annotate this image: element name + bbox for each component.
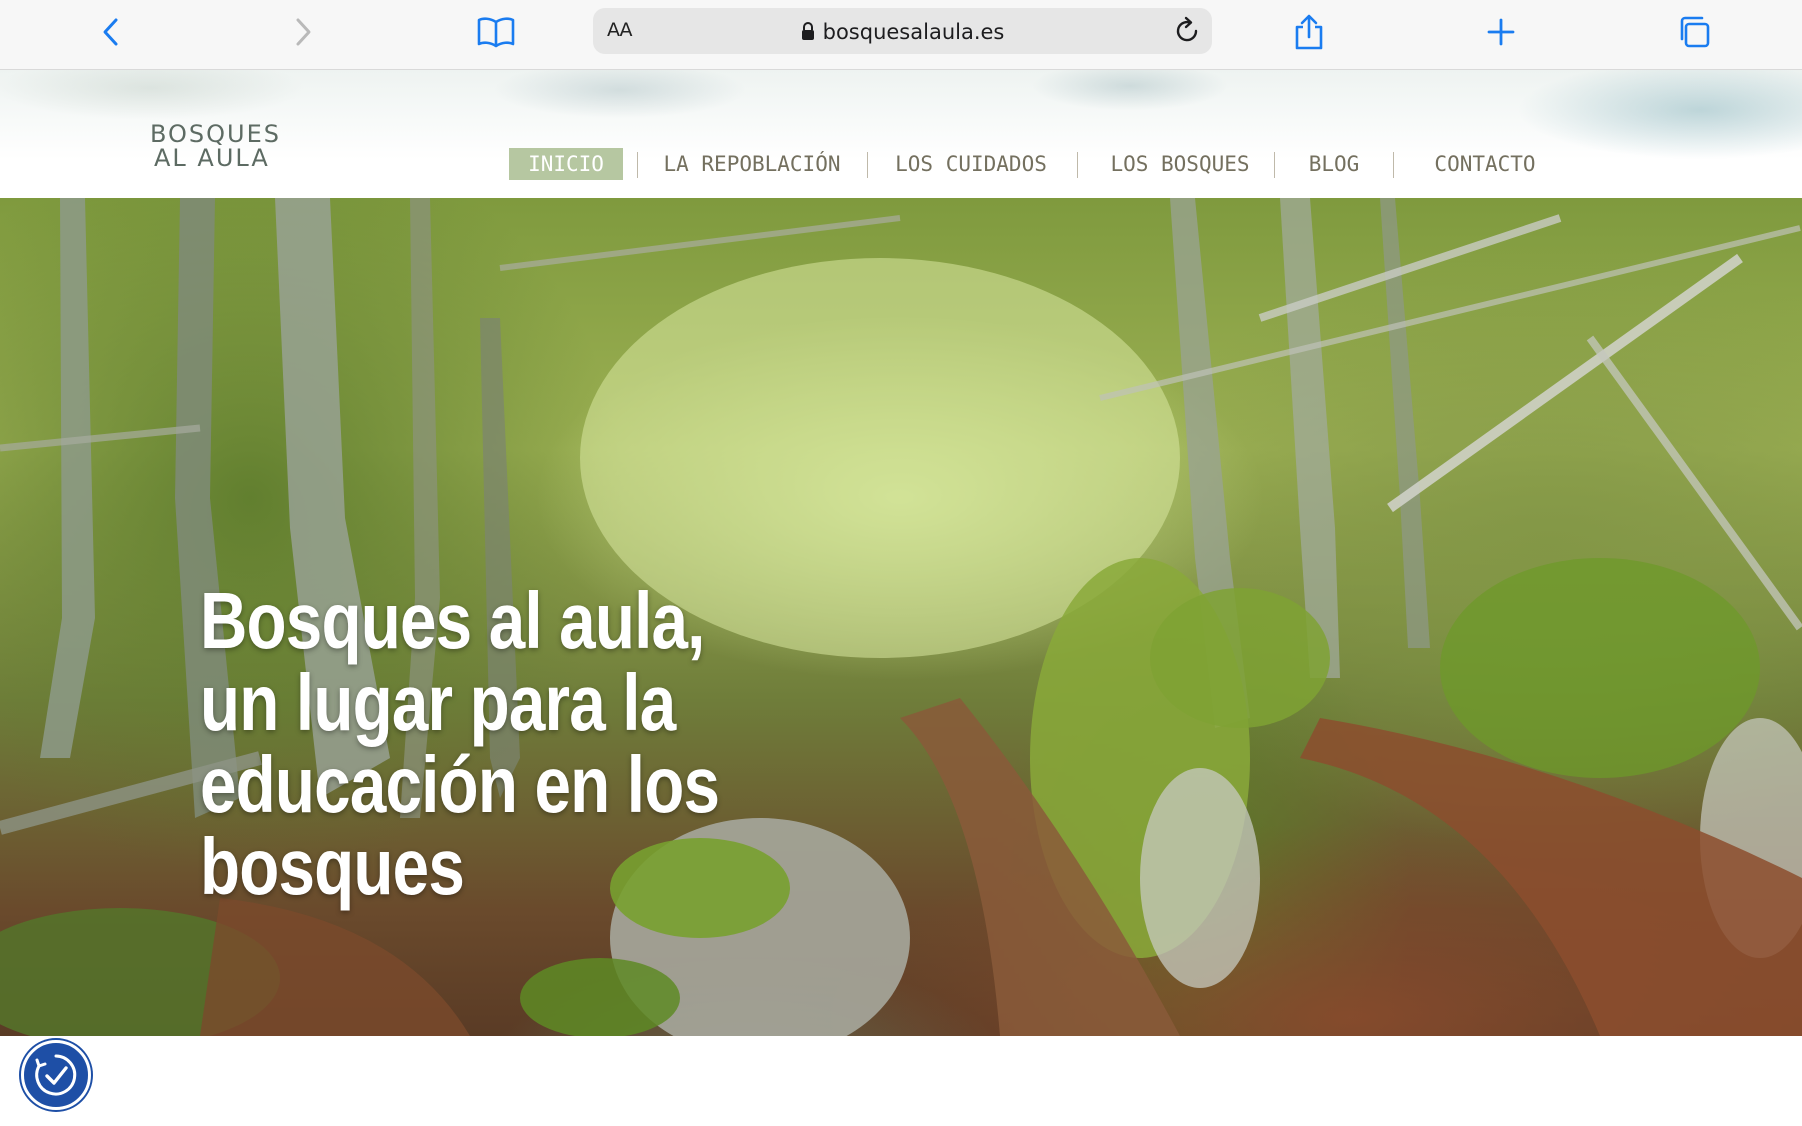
tabs-icon xyxy=(1680,16,1710,48)
chevron-right-icon xyxy=(296,18,311,46)
url-display[interactable]: bosquesalaula.es xyxy=(593,20,1212,44)
lock-icon xyxy=(801,22,814,40)
forward-button[interactable] xyxy=(277,8,329,56)
accessibility-icon xyxy=(35,1054,77,1096)
back-button[interactable] xyxy=(85,8,137,56)
address-bar[interactable]: AA bosquesalaula.es xyxy=(593,8,1212,54)
bookmarks-button[interactable] xyxy=(470,8,522,56)
hero-banner: Bosques al aula, un lugar para la educac… xyxy=(0,198,1802,1036)
url-text: bosquesalaula.es xyxy=(822,20,1005,44)
reload-icon xyxy=(1176,16,1198,42)
browser-toolbar: AA bosquesalaula.es xyxy=(0,0,1802,70)
nav-item-blog[interactable]: BLOG xyxy=(1304,148,1364,180)
new-tab-button[interactable] xyxy=(1475,8,1527,56)
hero-title-line: bosques xyxy=(200,822,465,911)
hero-title-line: educación en los xyxy=(200,740,720,829)
hero-title: Bosques al aula, un lugar para la educac… xyxy=(200,576,720,911)
site-header: BOSQUES AL AULA INICIO LA REPOBLACIÓN LO… xyxy=(0,70,1802,198)
nav-divider xyxy=(867,152,868,178)
hero-title-line: un lugar para la xyxy=(200,658,676,747)
share-icon xyxy=(1295,14,1323,50)
tabs-button[interactable] xyxy=(1668,8,1720,56)
reload-button[interactable] xyxy=(1172,16,1202,50)
main-nav: INICIO LA REPOBLACIÓN LOS CUIDADOS LOS B… xyxy=(0,148,1802,182)
hero-title-line: Bosques al aula, xyxy=(200,576,705,665)
share-button[interactable] xyxy=(1283,8,1335,56)
book-icon xyxy=(477,17,515,48)
accessibility-button[interactable] xyxy=(21,1040,91,1110)
nav-item-los-cuidados[interactable]: LOS CUIDADOS xyxy=(893,148,1049,180)
logo-line-1: BOSQUES xyxy=(150,120,282,148)
nav-divider xyxy=(637,152,638,178)
nav-item-los-bosques[interactable]: LOS BOSQUES xyxy=(1102,148,1258,180)
plus-icon xyxy=(1487,18,1515,46)
chevron-left-icon xyxy=(103,18,118,46)
nav-divider xyxy=(1077,152,1078,178)
nav-item-inicio[interactable]: INICIO xyxy=(509,148,623,180)
nav-item-contacto[interactable]: CONTACTO xyxy=(1422,148,1548,180)
nav-divider xyxy=(1274,152,1275,178)
nav-item-la-repoblacion[interactable]: LA REPOBLACIÓN xyxy=(660,148,844,180)
page-body xyxy=(0,1036,1802,1126)
nav-divider xyxy=(1393,152,1394,178)
